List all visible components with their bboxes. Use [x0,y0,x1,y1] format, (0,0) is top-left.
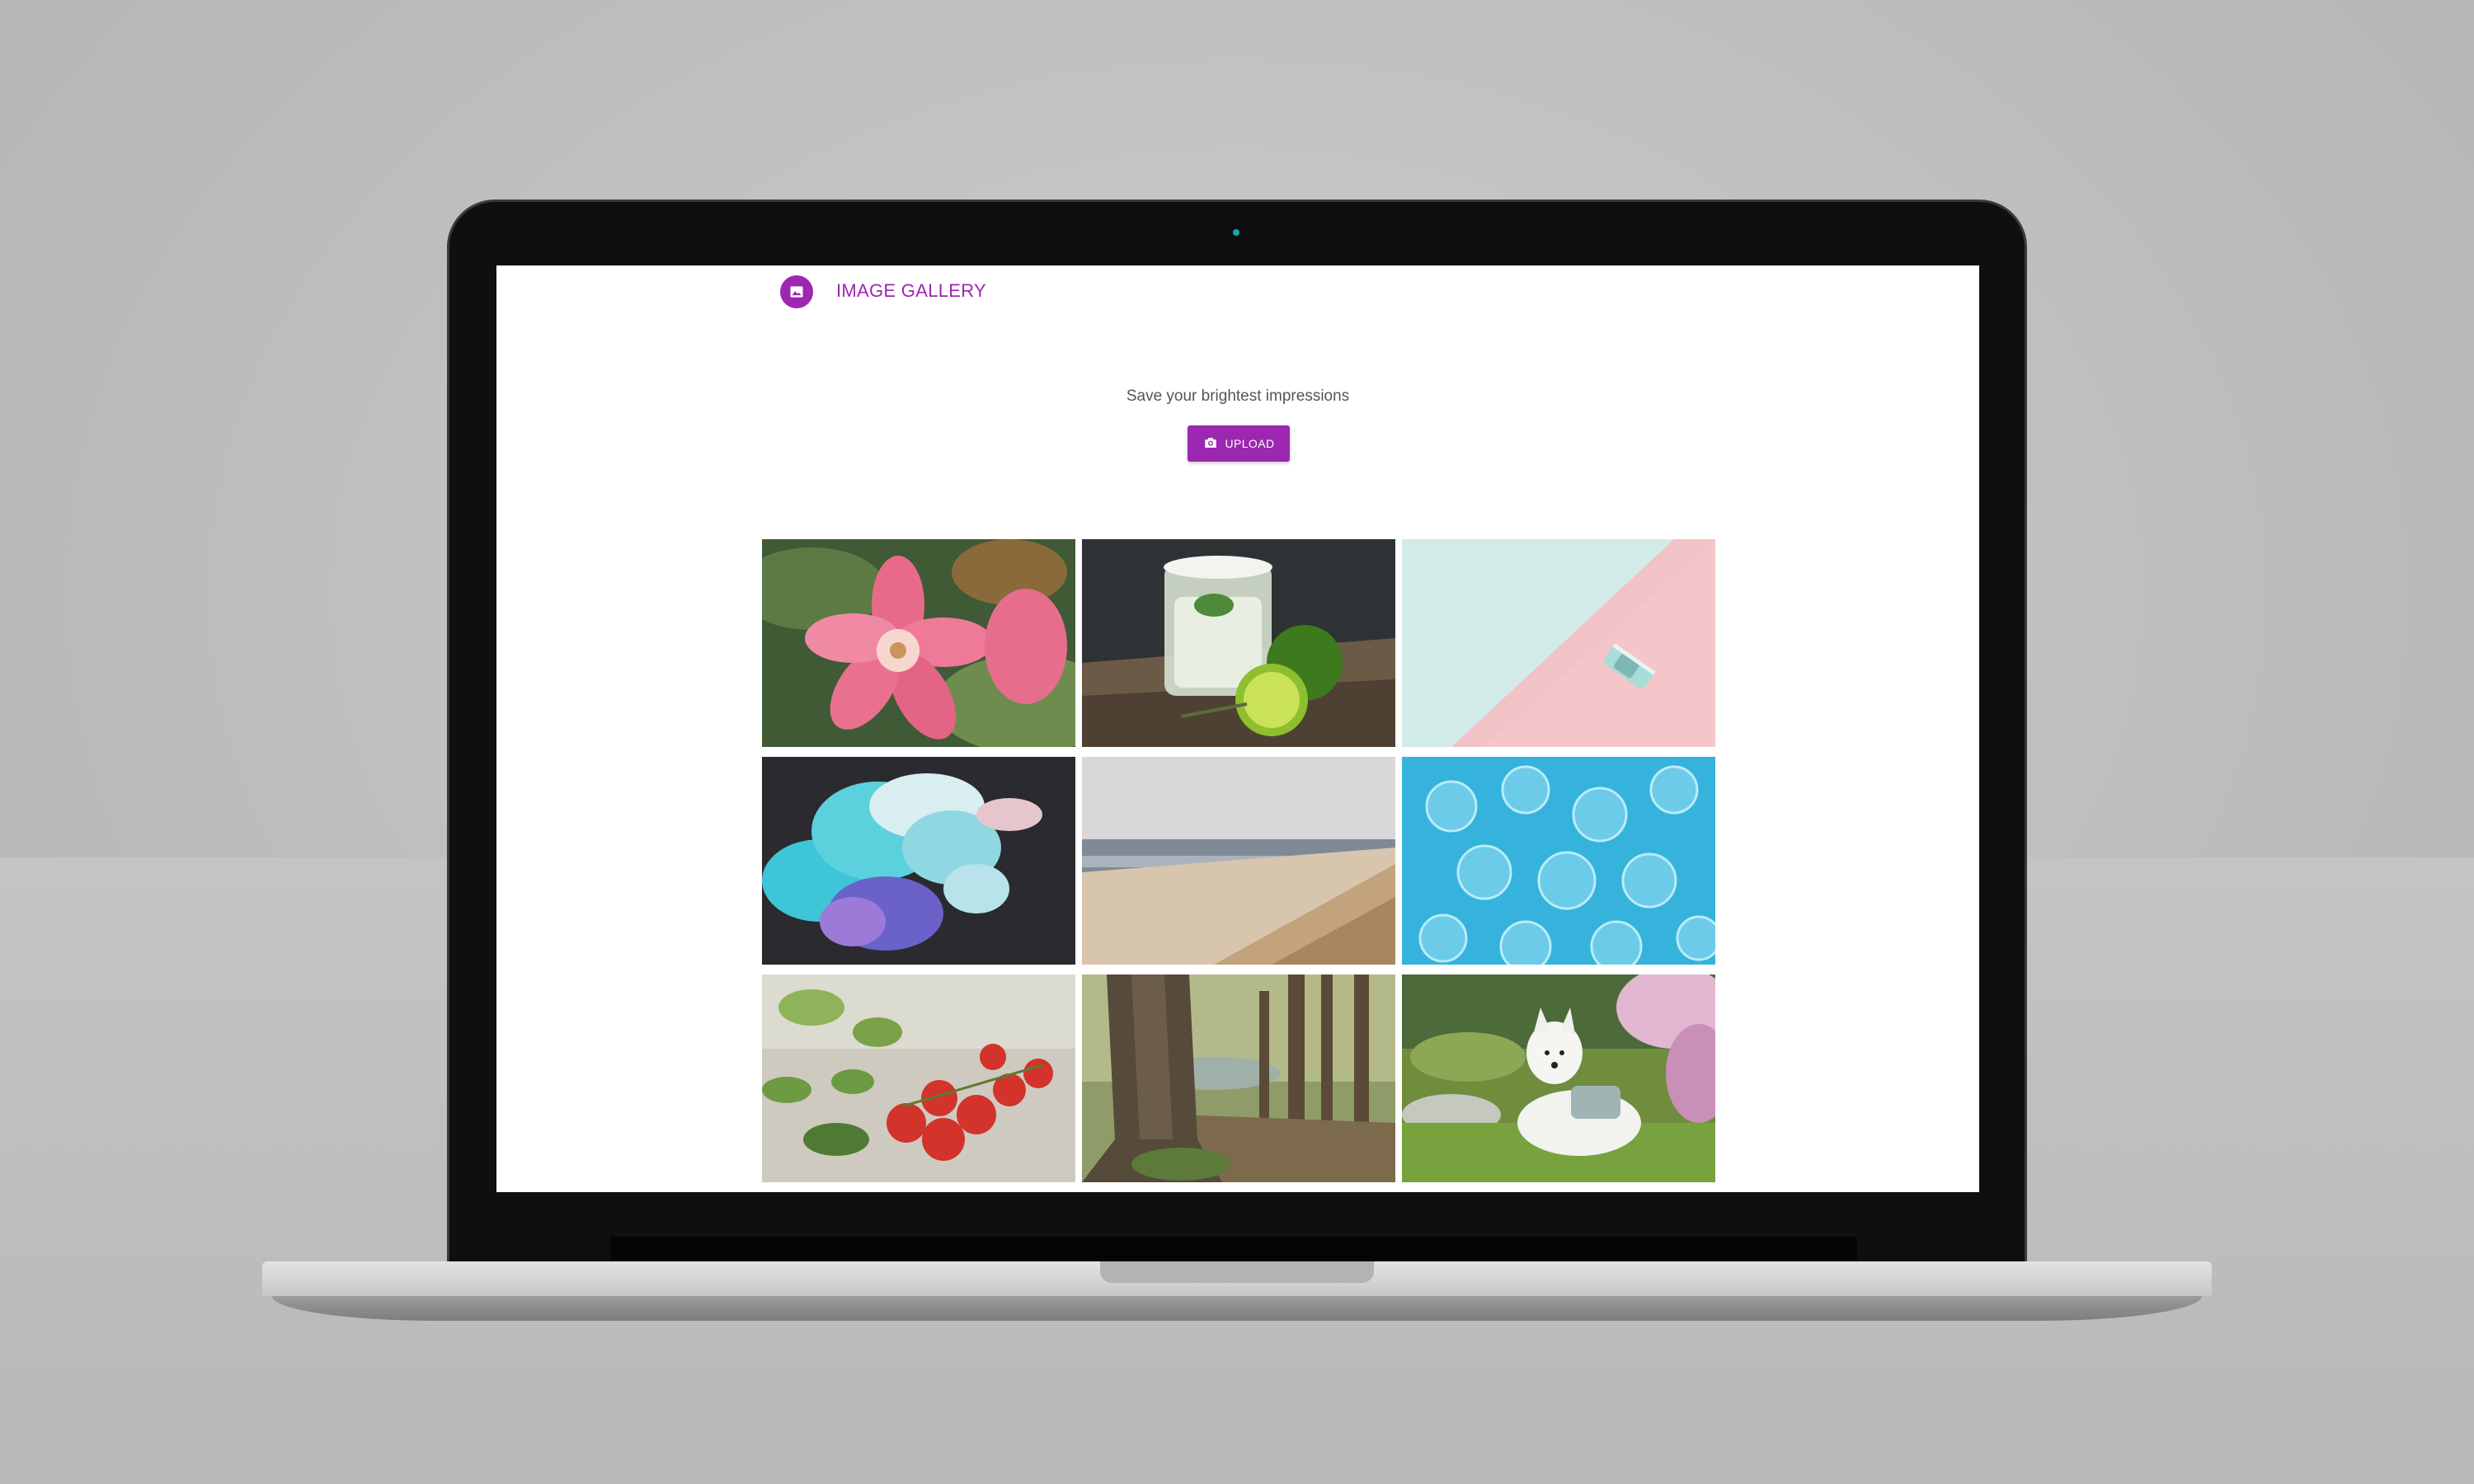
gallery-image-flower[interactable] [762,539,1075,747]
webcam [1233,229,1239,236]
tagline: Save your brightest impressions [1126,387,1350,405]
upload-label: UPLOAD [1225,437,1275,450]
laptop-hinge [610,1237,1857,1265]
laptop-screen: IMAGE GALLERY Save your brightest impres… [496,265,1979,1192]
gallery-image-beach[interactable] [1082,757,1395,965]
upload-button[interactable]: UPLOAD [1188,425,1290,462]
gallery-image-bubbles[interactable] [1402,757,1715,965]
gallery-image-forest[interactable] [1082,974,1395,1182]
image-grid [762,539,1715,1182]
gallery-image-ink[interactable] [762,757,1075,965]
laptop-notch [1100,1261,1374,1283]
camera-icon [1203,436,1218,452]
gallery-image-tomatoes[interactable] [762,974,1075,1182]
laptop-base-bottom [272,1296,2202,1321]
image-icon[interactable] [780,275,813,308]
gallery-image-toy-car[interactable] [1402,539,1715,747]
gallery-image-dog[interactable] [1402,974,1715,1182]
gallery-image-drink[interactable] [1082,539,1395,747]
app-header: IMAGE GALLERY [496,265,1979,320]
app-title[interactable]: IMAGE GALLERY [836,280,986,302]
